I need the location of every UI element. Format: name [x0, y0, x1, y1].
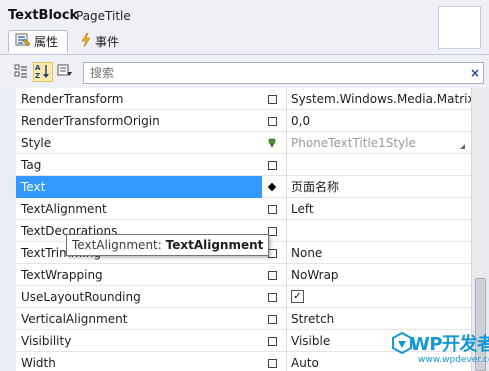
property-name: Text — [16, 176, 262, 198]
element-name-label[interactable]: PageTitle — [76, 9, 131, 23]
property-name: TextAlignment — [21, 202, 107, 216]
watermark-logo-icon — [392, 332, 412, 354]
property-name: Style — [21, 136, 52, 150]
property-value[interactable]: None — [291, 242, 471, 264]
advanced-options-icon[interactable] — [266, 291, 278, 303]
property-name: Tag — [21, 158, 42, 172]
alphabetical-sort-button[interactable]: A Z — [33, 62, 53, 82]
property-row-text[interactable]: Text 页面名称 — [16, 176, 471, 198]
search-box[interactable]: × — [83, 62, 484, 84]
categorized-view-icon — [14, 64, 28, 81]
property-row-rendertransformorigin[interactable]: RenderTransformOrigin 0,0 — [16, 110, 471, 132]
property-value[interactable]: 0,0 — [291, 110, 471, 132]
property-row-textalignment[interactable]: TextAlignment Left — [16, 198, 471, 220]
property-value[interactable]: PhoneTextTitle1Style — [291, 132, 471, 154]
tab-divider — [0, 54, 489, 55]
lightning-icon — [80, 32, 92, 50]
property-name: TextWrapping — [21, 268, 103, 282]
local-value-diamond-icon[interactable] — [266, 181, 278, 193]
property-name: UseLayoutRounding — [21, 290, 141, 304]
advanced-options-icon[interactable] — [266, 93, 278, 105]
svg-text:A: A — [35, 64, 41, 72]
advanced-options-icon[interactable] — [266, 357, 278, 369]
property-name: VerticalAlignment — [21, 312, 128, 326]
watermark-brand: WP开发者 — [410, 334, 489, 355]
property-name: Width — [21, 356, 56, 370]
watermark-url: www.wpdever.com — [418, 355, 489, 365]
element-preview-thumbnail — [438, 6, 481, 49]
advanced-options-icon[interactable] — [266, 269, 278, 281]
property-filter-icon — [57, 64, 73, 81]
grid-gutter — [0, 88, 16, 371]
property-value[interactable]: 页面名称 — [291, 176, 471, 198]
property-row-textwrapping[interactable]: TextWrapping NoWrap — [16, 264, 471, 286]
property-row-uselayoutrounding[interactable]: UseLayoutRounding ✓ — [16, 286, 471, 308]
tab-properties-label: 属性 — [34, 35, 59, 49]
property-value[interactable] — [291, 154, 471, 176]
advanced-options-icon[interactable] — [266, 335, 278, 347]
clear-search-icon[interactable]: × — [467, 66, 483, 80]
property-name: Visibility — [21, 334, 72, 348]
svg-text:Z: Z — [35, 72, 40, 79]
tooltip-type: TextAlignment — [165, 238, 264, 252]
tab-events[interactable]: 事件 — [74, 30, 134, 53]
property-name: RenderTransform — [21, 92, 124, 106]
property-value[interactable]: System.Windows.Media.Matrix — [291, 88, 471, 110]
property-row-style[interactable]: Style PhoneTextTitle1Style — [16, 132, 471, 154]
tab-properties[interactable]: 属性 — [8, 30, 68, 53]
property-value[interactable] — [291, 220, 471, 242]
property-row-rendertransform[interactable]: RenderTransform System.Windows.Media.Mat… — [16, 88, 471, 110]
site-watermark: WP开发者 www.wpdever.com — [392, 328, 489, 370]
property-tooltip: TextAlignment: TextAlignment — [66, 234, 270, 256]
properties-header: TextBlock PageTitle 属性 事件 A Z 搜索 × — [0, 0, 489, 88]
advanced-options-icon[interactable] — [266, 203, 278, 215]
property-name: RenderTransformOrigin — [21, 114, 160, 128]
search-input[interactable] — [90, 64, 467, 82]
advanced-options-icon[interactable] — [266, 115, 278, 127]
categorized-view-button[interactable] — [11, 62, 31, 82]
uselayoutrounding-checkbox[interactable]: ✓ — [291, 290, 304, 303]
tooltip-prefix: TextAlignment: — [72, 238, 162, 252]
property-value[interactable]: NoWrap — [291, 264, 471, 286]
alphabetical-sort-icon: A Z — [35, 63, 51, 82]
property-row-verticalalignment[interactable]: VerticalAlignment Stretch — [16, 308, 471, 330]
resource-marker-icon[interactable] — [266, 137, 278, 149]
tab-events-label: 事件 — [95, 35, 120, 49]
properties-icon — [15, 33, 31, 50]
property-value[interactable]: Stretch — [291, 308, 471, 330]
property-filter-button[interactable] — [55, 62, 75, 82]
property-value[interactable]: Left — [291, 198, 471, 220]
element-type-label: TextBlock — [8, 8, 79, 23]
advanced-options-icon[interactable] — [266, 159, 278, 171]
property-row-tag[interactable]: Tag — [16, 154, 471, 176]
advanced-options-icon[interactable] — [266, 313, 278, 325]
dropdown-corner-icon[interactable] — [460, 144, 465, 149]
